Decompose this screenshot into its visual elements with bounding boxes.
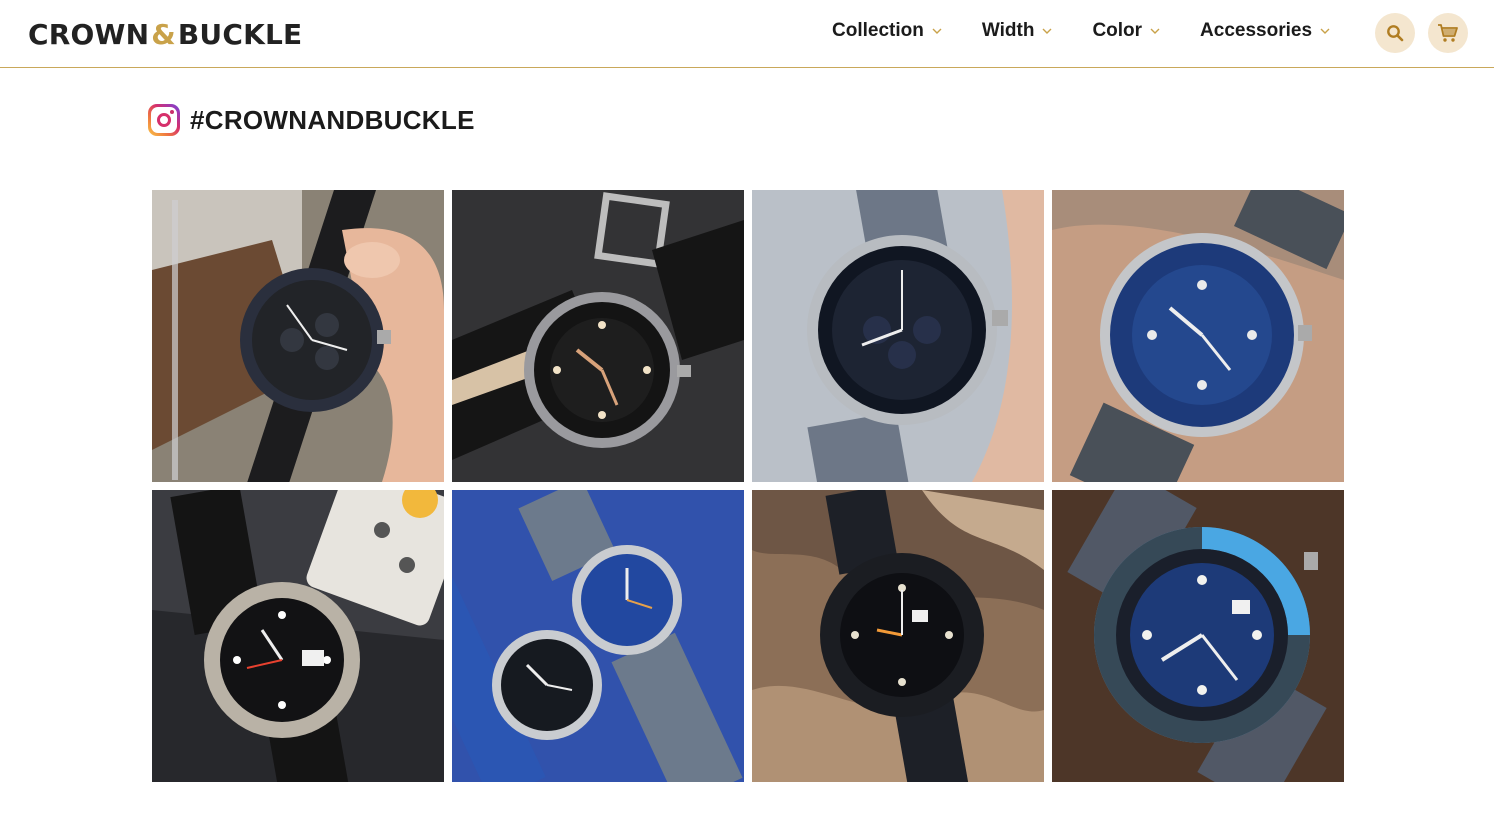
chevron-down-icon: [932, 28, 942, 34]
gallery-photo-2[interactable]: [452, 190, 744, 482]
chevron-down-icon: [1150, 28, 1160, 34]
instagram-gallery: [152, 190, 1344, 782]
brand-name-right: BUCKLE: [177, 17, 303, 51]
nav-item-label: Width: [981, 20, 1035, 41]
cart-button[interactable]: [1428, 13, 1468, 53]
instagram-heading[interactable]: #CROWNANDBUCKLE: [148, 104, 475, 136]
gallery-photo-6[interactable]: [452, 490, 744, 782]
search-icon: [1387, 25, 1404, 42]
site-header: CROWN & BUCKLE Collection Width Color Acce…: [0, 0, 1494, 68]
cart-icon: [1438, 24, 1458, 42]
chevron-down-icon: [1320, 28, 1330, 34]
nav-item-collection[interactable]: Collection: [832, 20, 942, 42]
instagram-hashtag: #CROWNANDBUCKLE: [190, 104, 475, 135]
gallery-photo-4[interactable]: [1052, 190, 1344, 482]
brand-ampersand: &: [151, 17, 176, 51]
nav-item-color[interactable]: Color: [1092, 20, 1160, 42]
search-button[interactable]: [1375, 13, 1415, 53]
nav-item-accessories[interactable]: Accessories: [1200, 20, 1330, 42]
gallery-photo-7[interactable]: [752, 490, 1044, 782]
nav-item-label: Color: [1092, 20, 1143, 41]
nav-item-label: Collection: [832, 20, 924, 41]
gallery-photo-3[interactable]: [752, 190, 1044, 482]
instagram-icon: [148, 104, 180, 136]
brand-logo[interactable]: CROWN & BUCKLE: [28, 14, 302, 54]
nav-item-width[interactable]: Width: [982, 20, 1053, 42]
gallery-photo-8[interactable]: [1052, 490, 1344, 782]
main-nav: Collection Width Color Accessories: [832, 20, 1370, 42]
gallery-photo-1[interactable]: [152, 190, 444, 482]
chevron-down-icon: [1042, 28, 1052, 34]
gallery-photo-5[interactable]: [152, 490, 444, 782]
brand-name-left: CROWN: [28, 17, 150, 51]
nav-item-label: Accessories: [1200, 20, 1313, 41]
